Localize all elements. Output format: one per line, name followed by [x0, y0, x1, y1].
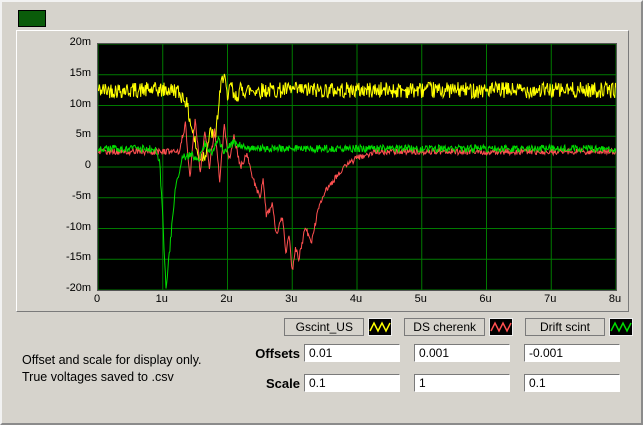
offset-input-3[interactable] — [524, 344, 620, 362]
y-axis-tick: 10m — [69, 97, 91, 110]
legend-label: DS cherenk — [404, 318, 485, 336]
x-axis-tick: 3u — [285, 293, 298, 305]
y-axis-tick: -5m — [72, 189, 91, 202]
legend-item-gscint-us[interactable]: Gscint_US — [284, 318, 393, 336]
x-axis-tick: 6u — [479, 293, 492, 305]
waveform-graph-panel: 20m 15m 10m 5m 0 -5m -10m -15m -20m 0 1u… — [16, 30, 629, 312]
decoration-green-box — [18, 10, 46, 27]
y-axis-tick: 0 — [84, 159, 91, 171]
note-line-2: True voltages saved to .csv — [22, 370, 174, 384]
y-axis-tick: 5m — [75, 128, 91, 141]
y-axis-tick: 20m — [69, 36, 91, 48]
waveform-plot-area — [97, 43, 617, 291]
y-axis-tick: 15m — [69, 66, 91, 79]
app-window: 20m 15m 10m 5m 0 -5m -10m -15m -20m 0 1u… — [0, 0, 643, 425]
offsets-label: Offsets — [255, 346, 300, 361]
legend-label: Gscint_US — [284, 318, 365, 336]
x-axis-tick: 0 — [93, 293, 101, 305]
legend-item-ds-cherenk[interactable]: DS cherenk — [404, 318, 513, 336]
y-axis-tick: -10m — [65, 220, 91, 233]
scale-input-1[interactable] — [304, 374, 400, 392]
note-text: Offset and scale for display only. True … — [22, 352, 202, 386]
waveform-icon[interactable] — [609, 318, 633, 336]
x-axis-tick: 5u — [414, 293, 427, 305]
waveform-plot-svg — [98, 44, 616, 290]
waveform-icon[interactable] — [489, 318, 513, 336]
scale-input-2[interactable] — [414, 374, 510, 392]
x-axis-tick: 8u — [608, 293, 622, 305]
plot-legend: Gscint_US DS cherenk Drift scint — [284, 318, 633, 336]
x-axis-tick: 7u — [544, 293, 557, 305]
x-axis-tick: 4u — [349, 293, 363, 305]
legend-label: Drift scint — [525, 318, 605, 336]
legend-item-drift-scint[interactable]: Drift scint — [525, 318, 633, 336]
x-axis-tick: 1u — [155, 293, 168, 305]
offset-input-2[interactable] — [414, 344, 510, 362]
y-axis-tick: -20m — [65, 282, 91, 294]
offset-input-1[interactable] — [304, 344, 400, 362]
note-line-1: Offset and scale for display only. — [22, 353, 202, 367]
scale-label: Scale — [266, 376, 300, 391]
x-axis-tick: 2u — [220, 293, 233, 305]
waveform-icon[interactable] — [368, 318, 393, 336]
scale-input-3[interactable] — [524, 374, 620, 392]
y-axis-tick: -15m — [65, 251, 91, 264]
